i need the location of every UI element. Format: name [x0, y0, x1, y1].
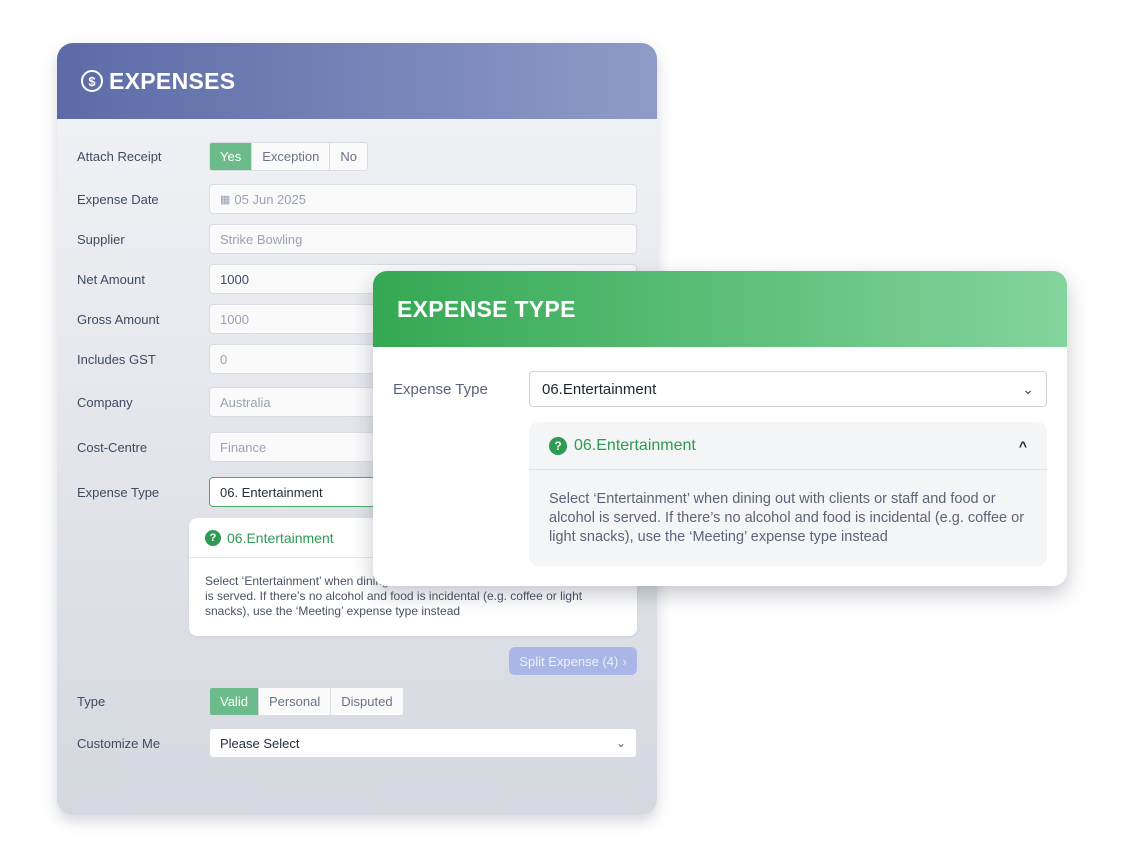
attach-receipt-yes[interactable]: Yes [210, 142, 253, 170]
question-circle-icon: ? [549, 436, 567, 455]
type-disputed[interactable]: Disputed [331, 688, 402, 715]
overlay-info-title: 06.Entertainment [574, 436, 696, 454]
supplier-field[interactable]: Strike Bowling [209, 224, 637, 254]
supplier-value: Strike Bowling [220, 231, 303, 247]
overlay-expense-type-info: ? 06.Entertainment ^ Select ‘Entertainme… [529, 422, 1047, 566]
overlay-expense-type-value: 06.Entertainment [542, 380, 657, 398]
chevron-down-icon: ⌄ [1022, 380, 1034, 397]
type-row: Type Valid Personal Disputed [77, 686, 637, 716]
expense-type-info-title: 06.Entertainment [227, 529, 334, 546]
net-amount-value: 1000 [220, 271, 249, 287]
split-expense-button[interactable]: Split Expense (4) › [509, 647, 637, 675]
expense-type-value: 06. Entertainment [220, 484, 323, 500]
expense-type-card: EXPENSE TYPE Expense Type 06.Entertainme… [373, 271, 1067, 586]
expense-date-row: Expense Date ▦ 05 Jun 2025 [77, 184, 637, 214]
attach-receipt-exception[interactable]: Exception [252, 142, 331, 170]
customize-select[interactable]: Please Select ⌄ [209, 728, 637, 758]
gross-amount-label: Gross Amount [77, 311, 160, 327]
supplier-label: Supplier [77, 231, 125, 247]
calendar-icon: ▦ [220, 193, 231, 206]
chevron-down-icon: ⌄ [615, 736, 626, 750]
customize-row: Customize Me Please Select ⌄ [77, 728, 637, 758]
overlay-expense-type-label: Expense Type [393, 381, 488, 398]
company-value: Australia [220, 394, 271, 410]
supplier-row: Supplier Strike Bowling [77, 224, 637, 254]
expense-type-header: EXPENSE TYPE [373, 271, 1067, 347]
cost-centre-value: Finance [220, 439, 267, 455]
expense-type-card-title: EXPENSE TYPE [397, 295, 576, 322]
expense-date-label: Expense Date [77, 191, 159, 207]
expense-date-value: 05 Jun 2025 [234, 191, 306, 207]
overlay-info-text: Select ‘Entertainment’ when dining out w… [549, 491, 1025, 545]
customize-label: Customize Me [77, 735, 161, 751]
type-personal[interactable]: Personal [259, 687, 332, 715]
type-label: Type [77, 693, 106, 709]
expenses-header: $ EXPENSES [57, 43, 657, 119]
type-toggle: Valid Personal Disputed [209, 686, 404, 716]
overlay-info-header[interactable]: ? 06.Entertainment ^ [529, 422, 1047, 470]
expense-date-field[interactable]: ▦ 05 Jun 2025 [209, 184, 637, 214]
overlay-expense-type-select[interactable]: 06.Entertainment ⌄ [529, 371, 1047, 407]
split-expense-label: Split Expense (4) [519, 653, 619, 669]
expense-type-label: Expense Type [77, 484, 160, 500]
question-circle-icon: ? [205, 529, 221, 546]
chevron-right-icon: › [622, 653, 627, 669]
attach-receipt-no[interactable]: No [330, 143, 367, 170]
attach-receipt-row: Attach Receipt Yes Exception No [77, 141, 637, 171]
attach-receipt-toggle: Yes Exception No [209, 141, 368, 171]
attach-receipt-label: Attach Receipt [77, 148, 162, 164]
dollar-circle-icon: $ [81, 70, 103, 92]
customize-value: Please Select [220, 735, 300, 751]
company-label: Company [77, 394, 133, 410]
expenses-title: EXPENSES [109, 67, 236, 94]
net-amount-label: Net Amount [77, 271, 145, 287]
cost-centre-label: Cost-Centre [77, 439, 148, 455]
gross-amount-value: 1000 [220, 311, 249, 327]
type-valid[interactable]: Valid [210, 687, 259, 715]
chevron-up-icon[interactable]: ^ [1019, 438, 1027, 454]
includes-gst-value: 0 [220, 351, 228, 367]
includes-gst-label: Includes GST [77, 351, 156, 367]
